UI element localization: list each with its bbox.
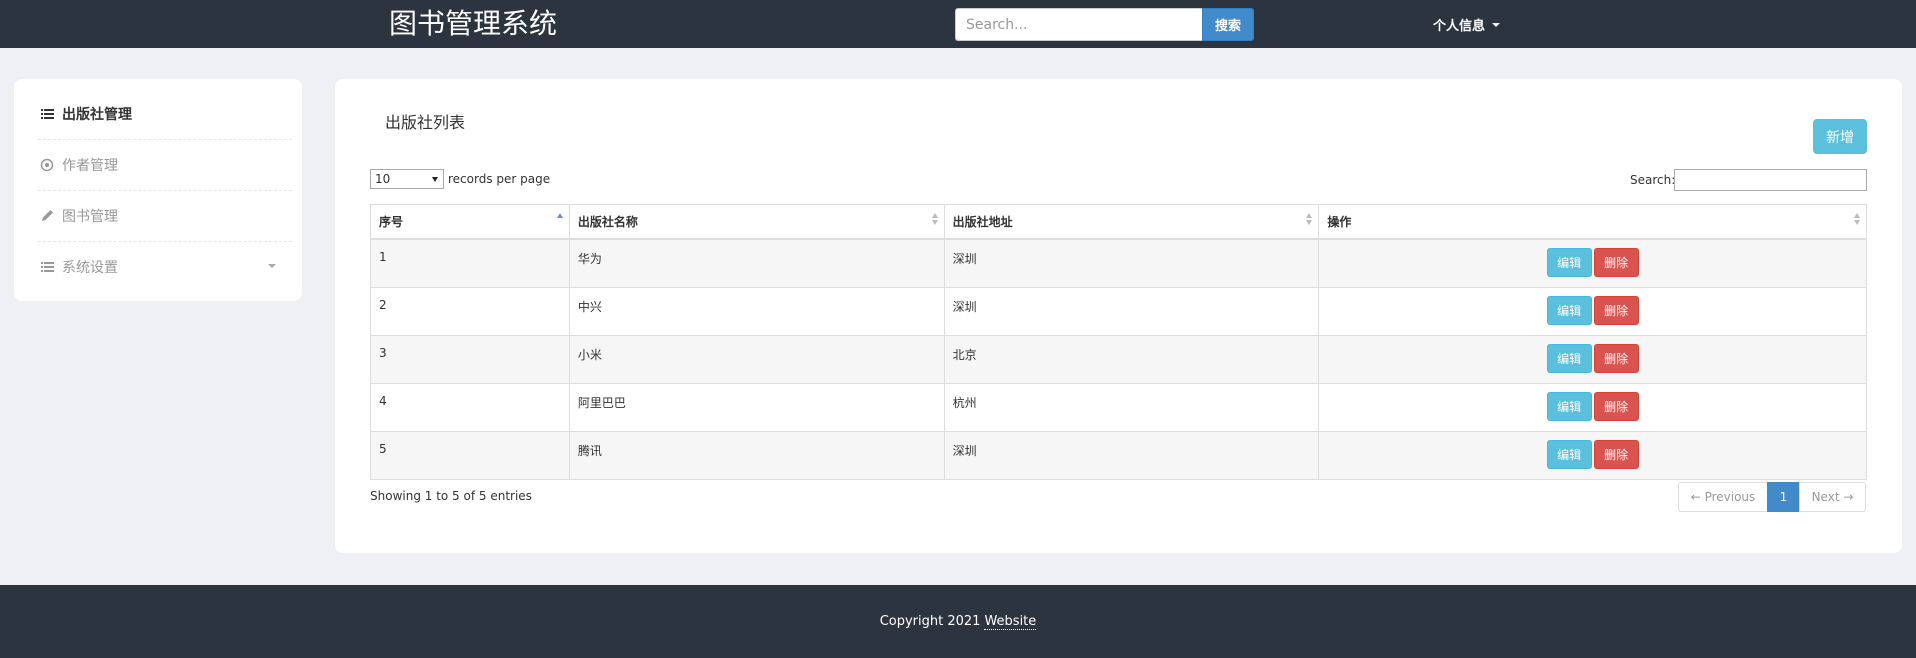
sort-icon (931, 213, 938, 225)
sidebar-item-label: 出版社管理 (62, 106, 132, 123)
cell-id: 3 (370, 335, 570, 384)
column-header-name[interactable]: 出版社名称 (568, 204, 945, 240)
edit-button[interactable]: 编辑 (1546, 392, 1592, 421)
records-per-page-label: records per page (448, 172, 551, 186)
cell-address: 深圳 (943, 431, 1320, 480)
sort-icon (1306, 213, 1313, 225)
sidebar-item-label: 图书管理 (62, 208, 118, 225)
user-menu-dropdown[interactable]: 个人信息 (1433, 15, 1501, 34)
edit-button[interactable]: 编辑 (1546, 248, 1592, 277)
cell-actions: 编辑 删除 (1318, 335, 1867, 384)
sidebar-item-settings[interactable]: 系统设置 (26, 241, 290, 292)
column-header-label: 出版社地址 (952, 215, 1013, 229)
cell-id: 5 (370, 431, 570, 480)
table-info: Showing 1 to 5 of 5 entries (370, 489, 532, 503)
delete-button[interactable]: 删除 (1593, 296, 1639, 325)
table-row: 2 中兴 深圳 编辑 删除 (370, 287, 1867, 336)
page-length-value: 10 (375, 172, 391, 186)
page-button-1[interactable]: 1 (1767, 482, 1800, 512)
delete-button[interactable]: 删除 (1593, 440, 1639, 469)
cell-id: 4 (370, 383, 570, 432)
table-row: 5 腾讯 深圳 编辑 删除 (370, 431, 1867, 480)
edit-button[interactable]: 编辑 (1546, 296, 1592, 325)
user-menu-label: 个人信息 (1433, 19, 1486, 34)
table-header-row: 序号 出版社名称 出版社地址 操作 (370, 204, 1867, 240)
sort-asc-icon (556, 213, 563, 225)
column-header-id[interactable]: 序号 (370, 204, 570, 240)
table-search-label: Search: (1630, 173, 1676, 187)
cell-address: 深圳 (943, 238, 1320, 288)
cell-address: 北京 (943, 335, 1320, 384)
table-row: 1 华为 深圳 编辑 删除 (370, 238, 1867, 288)
cell-name: 小米 (568, 335, 945, 384)
sidebar-item-label: 作者管理 (62, 157, 118, 174)
cell-name: 华为 (568, 238, 945, 288)
column-header-actions[interactable]: 操作 (1318, 204, 1867, 240)
edit-button[interactable]: 编辑 (1546, 344, 1592, 373)
pencil-icon (40, 209, 54, 223)
target-icon (40, 158, 54, 172)
sidebar-item-label: 系统设置 (62, 259, 118, 276)
footer: Copyright 2021 Website (0, 585, 1916, 658)
cell-actions: 编辑 删除 (1318, 431, 1867, 480)
website-link[interactable]: Website (984, 614, 1037, 630)
cell-name: 腾讯 (568, 431, 945, 480)
app-title[interactable]: 图书管理系统 (389, 6, 557, 42)
top-navbar: 图书管理系统 搜索 个人信息 (0, 0, 1916, 48)
column-header-address[interactable]: 出版社地址 (943, 204, 1320, 240)
add-publisher-button[interactable]: 新增 (1813, 119, 1867, 154)
chevron-down-icon (1492, 22, 1501, 27)
edit-button[interactable]: 编辑 (1546, 440, 1592, 469)
sidebar: 出版社管理 作者管理 图书管理 系统设置 (14, 79, 302, 301)
sidebar-item-books[interactable]: 图书管理 (26, 190, 290, 241)
cell-actions: 编辑 删除 (1318, 383, 1867, 432)
header-search: 搜索 (955, 8, 1254, 41)
column-header-label: 出版社名称 (577, 215, 638, 229)
copyright-text: Copyright 2021 (879, 614, 981, 629)
publisher-table: 序号 出版社名称 出版社地址 操作 1 华为 深圳 编辑 删除 2 中兴 深圳 编… (370, 204, 1867, 480)
cell-actions: 编辑 删除 (1318, 238, 1867, 288)
cell-id: 1 (370, 238, 570, 288)
column-header-label: 序号 (379, 215, 404, 229)
cell-id: 2 (370, 287, 570, 336)
cell-name: 阿里巴巴 (568, 383, 945, 432)
delete-button[interactable]: 删除 (1593, 344, 1639, 373)
delete-button[interactable]: 删除 (1593, 248, 1639, 277)
table-row: 3 小米 北京 编辑 删除 (370, 335, 1867, 384)
cell-address: 深圳 (943, 287, 1320, 336)
chevron-down-icon (268, 264, 276, 268)
table-row: 4 阿里巴巴 杭州 编辑 删除 (370, 383, 1867, 432)
cell-address: 杭州 (943, 383, 1320, 432)
publisher-list-panel: 出版社列表 新增 10 records per page Search: 序号 … (335, 79, 1902, 553)
cell-name: 中兴 (568, 287, 945, 336)
chevron-down-icon (432, 177, 438, 182)
next-page-button[interactable]: Next → (1799, 482, 1866, 512)
page-title: 出版社列表 (385, 113, 466, 132)
search-button[interactable]: 搜索 (1202, 8, 1254, 41)
pagination: ← Previous 1 Next → (1678, 482, 1866, 512)
list-icon (40, 260, 54, 274)
sort-icon (1854, 213, 1860, 225)
column-header-label: 操作 (1327, 215, 1352, 229)
cell-actions: 编辑 删除 (1318, 287, 1867, 336)
page-length-select[interactable]: 10 (370, 169, 444, 189)
sidebar-item-publishers[interactable]: 出版社管理 (26, 88, 290, 139)
sidebar-item-authors[interactable]: 作者管理 (26, 139, 290, 190)
search-input[interactable] (955, 8, 1202, 41)
delete-button[interactable]: 删除 (1593, 392, 1639, 421)
list-icon (40, 107, 54, 121)
previous-page-button[interactable]: ← Previous (1678, 482, 1768, 512)
table-search-input[interactable] (1674, 169, 1867, 191)
